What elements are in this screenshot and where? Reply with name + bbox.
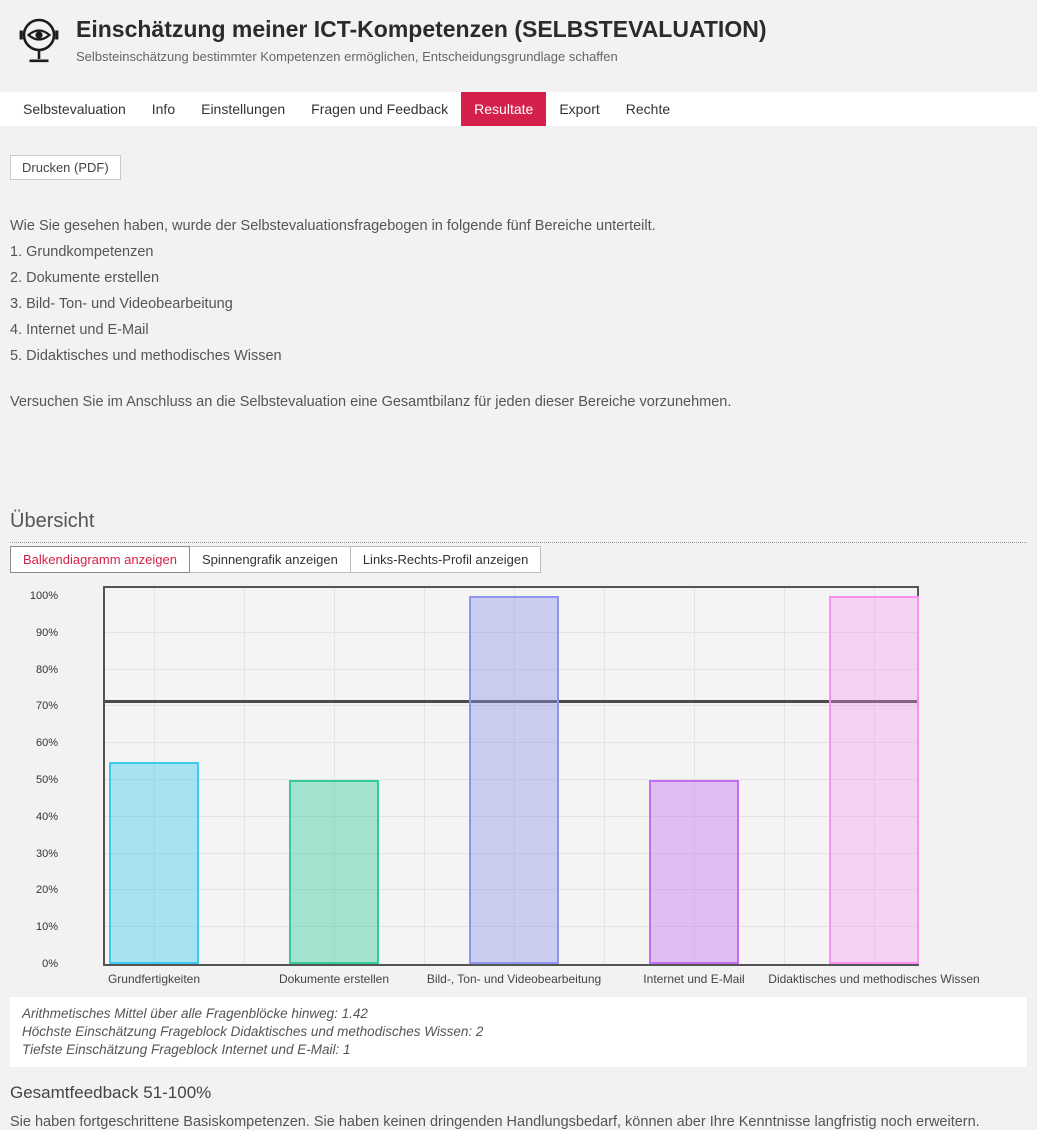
gridline-v-1 bbox=[244, 588, 245, 964]
toggle-links-rechts-profil-anzeigen[interactable]: Links-Rechts-Profil anzeigen bbox=[350, 546, 541, 573]
chart-plot-area bbox=[103, 586, 919, 966]
print-pdf-button[interactable]: Drucken (PDF) bbox=[10, 155, 121, 180]
gridline-v-7 bbox=[784, 588, 785, 964]
bar-chart: 0% 10% 20% 30% 40% 50% 60% 70% 80% 90% 100% Grundfe… bbox=[10, 586, 1027, 990]
nav-item-export[interactable]: Export bbox=[546, 92, 612, 126]
nav-item-info[interactable]: Info bbox=[139, 92, 188, 126]
x-axis-label-internet-und-e-mail: Internet und E-Mail bbox=[643, 972, 744, 986]
bar-didaktisches-und-methodisches-wissen[interactable] bbox=[829, 596, 919, 964]
bar-internet-und-e-mail[interactable] bbox=[649, 780, 739, 964]
chart-stats-box: Arithmetisches Mittel über alle Fragenbl… bbox=[10, 997, 1027, 1067]
y-axis-tick-100: 100% bbox=[10, 589, 58, 603]
toggle-spinnengrafik-anzeigen[interactable]: Spinnengrafik anzeigen bbox=[189, 546, 351, 573]
y-axis-tick-90: 90% bbox=[10, 626, 58, 640]
nav-item-rechte[interactable]: Rechte bbox=[613, 92, 683, 126]
x-axis-label-dokumente-erstellen: Dokumente erstellen bbox=[279, 972, 389, 986]
app-header: Einschätzung meiner ICT-Kompetenzen (SEL… bbox=[0, 0, 1037, 92]
intro-list-item-2: 2. Dokumente erstellen bbox=[10, 268, 1027, 288]
intro-list: 1. Grundkompetenzen 2. Dokumente erstelle… bbox=[10, 242, 1027, 366]
intro-list-item-5: 5. Didaktisches und methodisches Wissen bbox=[10, 346, 1027, 366]
gridline-v-3 bbox=[424, 588, 425, 964]
page-content: Drucken (PDF) Wie Sie gesehen haben, wur… bbox=[0, 126, 1037, 1130]
chart-view-toggles: Balkendiagramm anzeigenSpinnengrafik anz… bbox=[10, 546, 1027, 573]
feedback-text: Sie haben fortgeschrittene Basiskompeten… bbox=[10, 1114, 1027, 1130]
y-axis-tick-40: 40% bbox=[10, 810, 58, 824]
nav-item-einstellungen[interactable]: Einstellungen bbox=[188, 92, 298, 126]
intro-list-item-4: 4. Internet und E-Mail bbox=[10, 320, 1027, 340]
y-axis-tick-10: 10% bbox=[10, 920, 58, 934]
main-nav: SelbstevaluationInfoEinstellungenFragen … bbox=[0, 92, 1037, 126]
bar-grundfertigkeiten[interactable] bbox=[109, 762, 199, 964]
page-title: Einschätzung meiner ICT-Kompetenzen (SEL… bbox=[76, 16, 1021, 43]
page-subtitle: Selbsteinschätzung bestimmter Kompetenze… bbox=[76, 49, 1021, 64]
toggle-balkendiagramm-anzeigen[interactable]: Balkendiagramm anzeigen bbox=[10, 546, 190, 573]
stats-line-2: Höchste Einschätzung Frageblock Didaktis… bbox=[22, 1023, 1015, 1041]
y-axis-tick-20: 20% bbox=[10, 883, 58, 897]
x-axis-label-bild-ton-und-videobearbeitung: Bild-, Ton- und Videobearbeitung bbox=[427, 972, 601, 986]
y-axis-tick-80: 80% bbox=[10, 663, 58, 677]
stats-line-1: Arithmetisches Mittel über alle Fragenbl… bbox=[22, 1005, 1015, 1023]
nav-item-selbstevaluation[interactable]: Selbstevaluation bbox=[10, 92, 139, 126]
stats-line-3: Tiefste Einschätzung Frageblock Internet… bbox=[22, 1041, 1015, 1059]
y-axis-tick-0: 0% bbox=[10, 957, 58, 971]
intro-text: Wie Sie gesehen haben, wurde der Selbste… bbox=[10, 216, 1027, 412]
webcam-eye-icon bbox=[16, 14, 62, 73]
y-axis-tick-30: 30% bbox=[10, 847, 58, 861]
gridline-v-5 bbox=[604, 588, 605, 964]
x-axis-label-grundfertigkeiten: Grundfertigkeiten bbox=[108, 972, 200, 986]
bar-dokumente-erstellen[interactable] bbox=[289, 780, 379, 964]
y-axis-tick-70: 70% bbox=[10, 699, 58, 713]
intro-lead: Wie Sie gesehen haben, wurde der Selbste… bbox=[10, 216, 1027, 236]
intro-list-item-1: 1. Grundkompetenzen bbox=[10, 242, 1027, 262]
y-axis-tick-60: 60% bbox=[10, 736, 58, 750]
y-axis-tick-50: 50% bbox=[10, 773, 58, 787]
intro-list-item-3: 3. Bild- Ton- und Videobearbeitung bbox=[10, 294, 1027, 314]
header-titles: Einschätzung meiner ICT-Kompetenzen (SEL… bbox=[76, 12, 1021, 64]
feedback-heading: Gesamtfeedback 51-100% bbox=[10, 1083, 1027, 1103]
x-axis-label-didaktisches-und-methodisches-wissen: Didaktisches und methodisches Wissen bbox=[768, 972, 979, 986]
intro-closing: Versuchen Sie im Anschluss an die Selbst… bbox=[10, 392, 1027, 412]
bar-bild-ton-und-videobearbeitung[interactable] bbox=[469, 596, 559, 964]
overview-heading: Übersicht bbox=[10, 510, 1027, 543]
nav-item-resultate[interactable]: Resultate bbox=[461, 92, 546, 126]
nav-item-fragen-und-feedback[interactable]: Fragen und Feedback bbox=[298, 92, 461, 126]
